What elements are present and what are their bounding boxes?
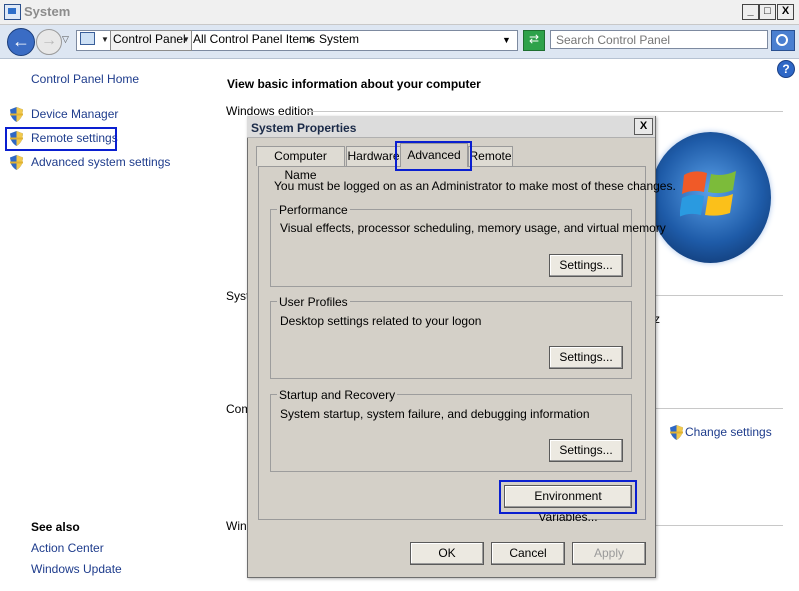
- control-panel-home-link[interactable]: Control Panel Home: [31, 72, 139, 86]
- breadcrumb-system[interactable]: System: [319, 32, 359, 46]
- tab-computer-name[interactable]: Computer Name: [256, 146, 345, 182]
- breadcrumb-control-panel[interactable]: Control Panel: [113, 32, 186, 46]
- breadcrumb-all-items[interactable]: All Control Panel Items: [193, 32, 315, 46]
- advanced-tab-highlight: [395, 141, 472, 171]
- breadcrumb-arrow-icon[interactable]: ▼: [182, 35, 190, 44]
- see-also-heading: See also: [31, 520, 80, 534]
- cancel-button[interactable]: Cancel: [491, 542, 565, 565]
- environment-variables-highlight: [499, 480, 637, 514]
- back-button[interactable]: ←: [7, 28, 35, 56]
- windows-flag-icon: [680, 171, 736, 217]
- uac-shield-icon: [10, 155, 23, 170]
- tab-hardware[interactable]: Hardware: [346, 146, 401, 166]
- title-bar: [0, 0, 799, 25]
- close-button[interactable]: X: [777, 4, 794, 20]
- help-icon[interactable]: ?: [777, 60, 795, 78]
- dialog-title: System Properties: [251, 121, 357, 135]
- search-icon[interactable]: [771, 30, 795, 51]
- startup-recovery-group-title: Startup and Recovery: [277, 388, 398, 402]
- tab-remote[interactable]: Remote: [468, 146, 513, 166]
- refresh-button[interactable]: ⇄: [523, 30, 545, 51]
- system-section-label: Syst: [226, 289, 250, 303]
- system-app-icon: [4, 4, 21, 20]
- user-profiles-group-title: User Profiles: [277, 295, 350, 309]
- section-divider: [654, 295, 783, 296]
- performance-settings-button[interactable]: Settings...: [549, 254, 623, 277]
- breadcrumb-arrow-icon[interactable]: ►: [307, 35, 315, 44]
- page-title: View basic information about your comput…: [227, 77, 481, 91]
- windows-logo: [650, 132, 771, 263]
- startup-recovery-settings-button[interactable]: Settings...: [549, 439, 623, 462]
- startup-recovery-description: System startup, system failure, and debu…: [280, 407, 590, 421]
- advanced-system-settings-link[interactable]: Advanced system settings: [31, 155, 170, 169]
- section-divider: [654, 525, 783, 526]
- windows-update-link[interactable]: Windows Update: [31, 562, 122, 576]
- search-input[interactable]: [550, 30, 768, 49]
- uac-shield-icon: [10, 107, 23, 122]
- address-dropdown-icon[interactable]: ▼: [502, 35, 511, 45]
- device-manager-link[interactable]: Device Manager: [31, 107, 118, 121]
- forward-button[interactable]: →: [36, 29, 62, 55]
- change-settings-link[interactable]: Change settings: [685, 425, 772, 439]
- section-divider: [654, 408, 783, 409]
- control-panel-icon: [80, 32, 95, 45]
- section-divider: [307, 111, 783, 112]
- breadcrumb-arrow-icon[interactable]: ▼: [101, 35, 109, 44]
- user-profiles-description: Desktop settings related to your logon: [280, 314, 482, 328]
- performance-group-title: Performance: [277, 203, 350, 217]
- performance-description: Visual effects, processor scheduling, me…: [280, 221, 666, 235]
- dialog-close-button[interactable]: X: [634, 118, 653, 135]
- recent-pages-chevron-icon[interactable]: ▽: [62, 34, 69, 45]
- ok-button[interactable]: OK: [410, 542, 484, 565]
- admin-notice: You must be logged on as an Administrato…: [274, 179, 676, 193]
- apply-button[interactable]: Apply: [572, 542, 646, 565]
- user-profiles-settings-button[interactable]: Settings...: [549, 346, 623, 369]
- uac-shield-icon: [670, 425, 683, 440]
- action-center-link[interactable]: Action Center: [31, 541, 104, 555]
- maximize-button[interactable]: □: [759, 4, 776, 20]
- remote-settings-highlight: [5, 127, 117, 151]
- minimize-button[interactable]: _: [742, 4, 759, 20]
- window-title: System: [24, 4, 71, 19]
